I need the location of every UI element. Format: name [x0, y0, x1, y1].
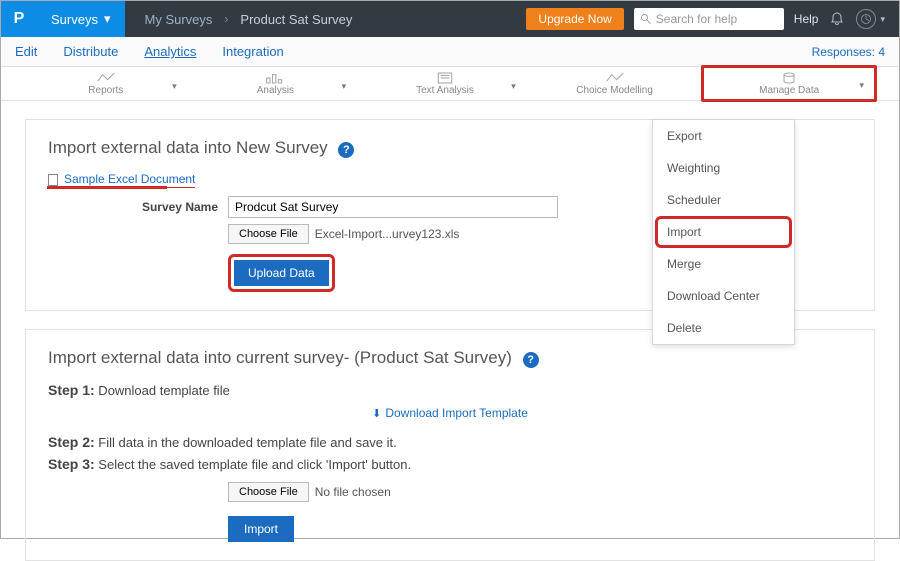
help-icon[interactable]: ? — [523, 352, 539, 368]
import-button[interactable]: Import — [228, 516, 294, 542]
tool-text-analysis[interactable]: Text Analysis ▾ — [360, 67, 530, 100]
step-2: Step 2: Fill data in the downloaded temp… — [48, 434, 852, 450]
import-current-survey-panel: Import external data into current survey… — [25, 329, 875, 561]
step-3-label: Step 3: — [48, 456, 95, 472]
user-menu[interactable]: ▾ — [856, 9, 885, 29]
chevron-down-icon: ▾ — [342, 81, 347, 92]
survey-name-input[interactable] — [228, 196, 558, 218]
upload-data-button[interactable]: Upload Data — [234, 260, 329, 286]
tool-analysis-label: Analysis — [257, 85, 294, 96]
chevron-down-icon: ▾ — [511, 81, 516, 92]
main-tabs: Edit Distribute Analytics Integration Re… — [1, 37, 899, 67]
chevron-down-icon: ▾ — [880, 14, 885, 25]
choose-file-button[interactable]: Choose File — [228, 224, 309, 244]
breadcrumb-my-surveys[interactable]: My Surveys — [145, 12, 213, 27]
search-input[interactable]: Search for help — [634, 8, 784, 30]
search-icon — [640, 13, 652, 25]
menu-merge[interactable]: Merge — [653, 248, 794, 280]
step-1-label: Step 1: — [48, 382, 95, 398]
app-logo-icon[interactable]: P — [1, 1, 37, 37]
step-1: Step 1: Download template file — [48, 382, 852, 398]
chevron-down-icon: ▾ — [104, 11, 111, 27]
avatar-icon — [856, 9, 876, 29]
tool-choice-modelling[interactable]: Choice Modelling — [530, 67, 700, 100]
help-icon[interactable]: ? — [338, 142, 354, 158]
menu-weighting[interactable]: Weighting — [653, 152, 794, 184]
tab-integration[interactable]: Integration — [222, 44, 283, 59]
import-current-title: Import external data into current survey… — [48, 348, 852, 368]
tool-reports[interactable]: Reports ▾ — [21, 67, 191, 100]
tab-analytics[interactable]: Analytics — [144, 44, 196, 59]
surveys-label: Surveys — [51, 12, 98, 27]
manage-data-dropdown: Export Weighting Scheduler Import Merge … — [652, 119, 795, 345]
step-2-label: Step 2: — [48, 434, 95, 450]
menu-delete[interactable]: Delete — [653, 312, 794, 344]
document-icon — [48, 174, 58, 186]
analytics-toolbar: Reports ▾ Analysis ▾ Text Analysis ▾ Cho… — [1, 67, 899, 101]
upgrade-now-button[interactable]: Upgrade Now — [526, 8, 623, 30]
tab-distribute[interactable]: Distribute — [63, 44, 118, 59]
menu-import[interactable]: Import — [657, 218, 790, 246]
breadcrumb: My Surveys › Product Sat Survey — [145, 12, 353, 27]
annotation-line — [47, 186, 167, 189]
analysis-icon — [265, 71, 285, 85]
text-icon — [435, 71, 455, 85]
menu-export[interactable]: Export — [653, 120, 794, 152]
step-2-text: Fill data in the downloaded template fil… — [95, 435, 397, 450]
tool-choice-modelling-label: Choice Modelling — [576, 85, 653, 96]
menu-scheduler[interactable]: Scheduler — [653, 184, 794, 216]
import-current-title-text: Import external data into current survey… — [48, 348, 512, 367]
tool-manage-data-label: Manage Data — [759, 85, 819, 96]
chevron-right-icon: › — [224, 12, 228, 26]
breadcrumb-current-survey: Product Sat Survey — [240, 12, 352, 27]
import-new-title-text: Import external data into New Survey — [48, 138, 328, 157]
annotation-highlight: Upload Data — [228, 254, 335, 292]
responses-count[interactable]: Responses: 4 — [812, 45, 885, 59]
choose-file-button[interactable]: Choose File — [228, 482, 309, 502]
search-placeholder: Search for help — [656, 12, 737, 26]
tab-edit[interactable]: Edit — [15, 44, 37, 59]
download-template-link[interactable]: Download Import Template — [372, 406, 528, 420]
no-file-chosen: No file chosen — [315, 485, 391, 499]
chosen-file-name: Excel-Import...urvey123.xls — [315, 227, 460, 241]
step-3-text: Select the saved template file and click… — [95, 457, 411, 472]
step-3: Step 3: Select the saved template file a… — [48, 456, 852, 472]
database-icon — [779, 71, 799, 85]
chevron-down-icon: ▾ — [172, 81, 177, 92]
chart-icon — [96, 71, 116, 85]
surveys-dropdown[interactable]: Surveys ▾ — [37, 1, 125, 37]
survey-name-label: Survey Name — [48, 200, 228, 214]
help-link[interactable]: Help — [794, 12, 819, 26]
notifications-bell-icon[interactable] — [828, 10, 846, 28]
top-bar: P Surveys ▾ My Surveys › Product Sat Sur… — [1, 1, 899, 37]
step-1-text: Download template file — [95, 383, 230, 398]
choice-icon — [605, 71, 625, 85]
menu-download-center[interactable]: Download Center — [653, 280, 794, 312]
tool-manage-data[interactable]: Manage Data ▾ — [701, 65, 877, 102]
tool-analysis[interactable]: Analysis ▾ — [191, 67, 361, 100]
tool-text-analysis-label: Text Analysis — [416, 85, 474, 96]
tool-reports-label: Reports — [88, 85, 123, 96]
chevron-down-icon: ▾ — [859, 80, 864, 91]
